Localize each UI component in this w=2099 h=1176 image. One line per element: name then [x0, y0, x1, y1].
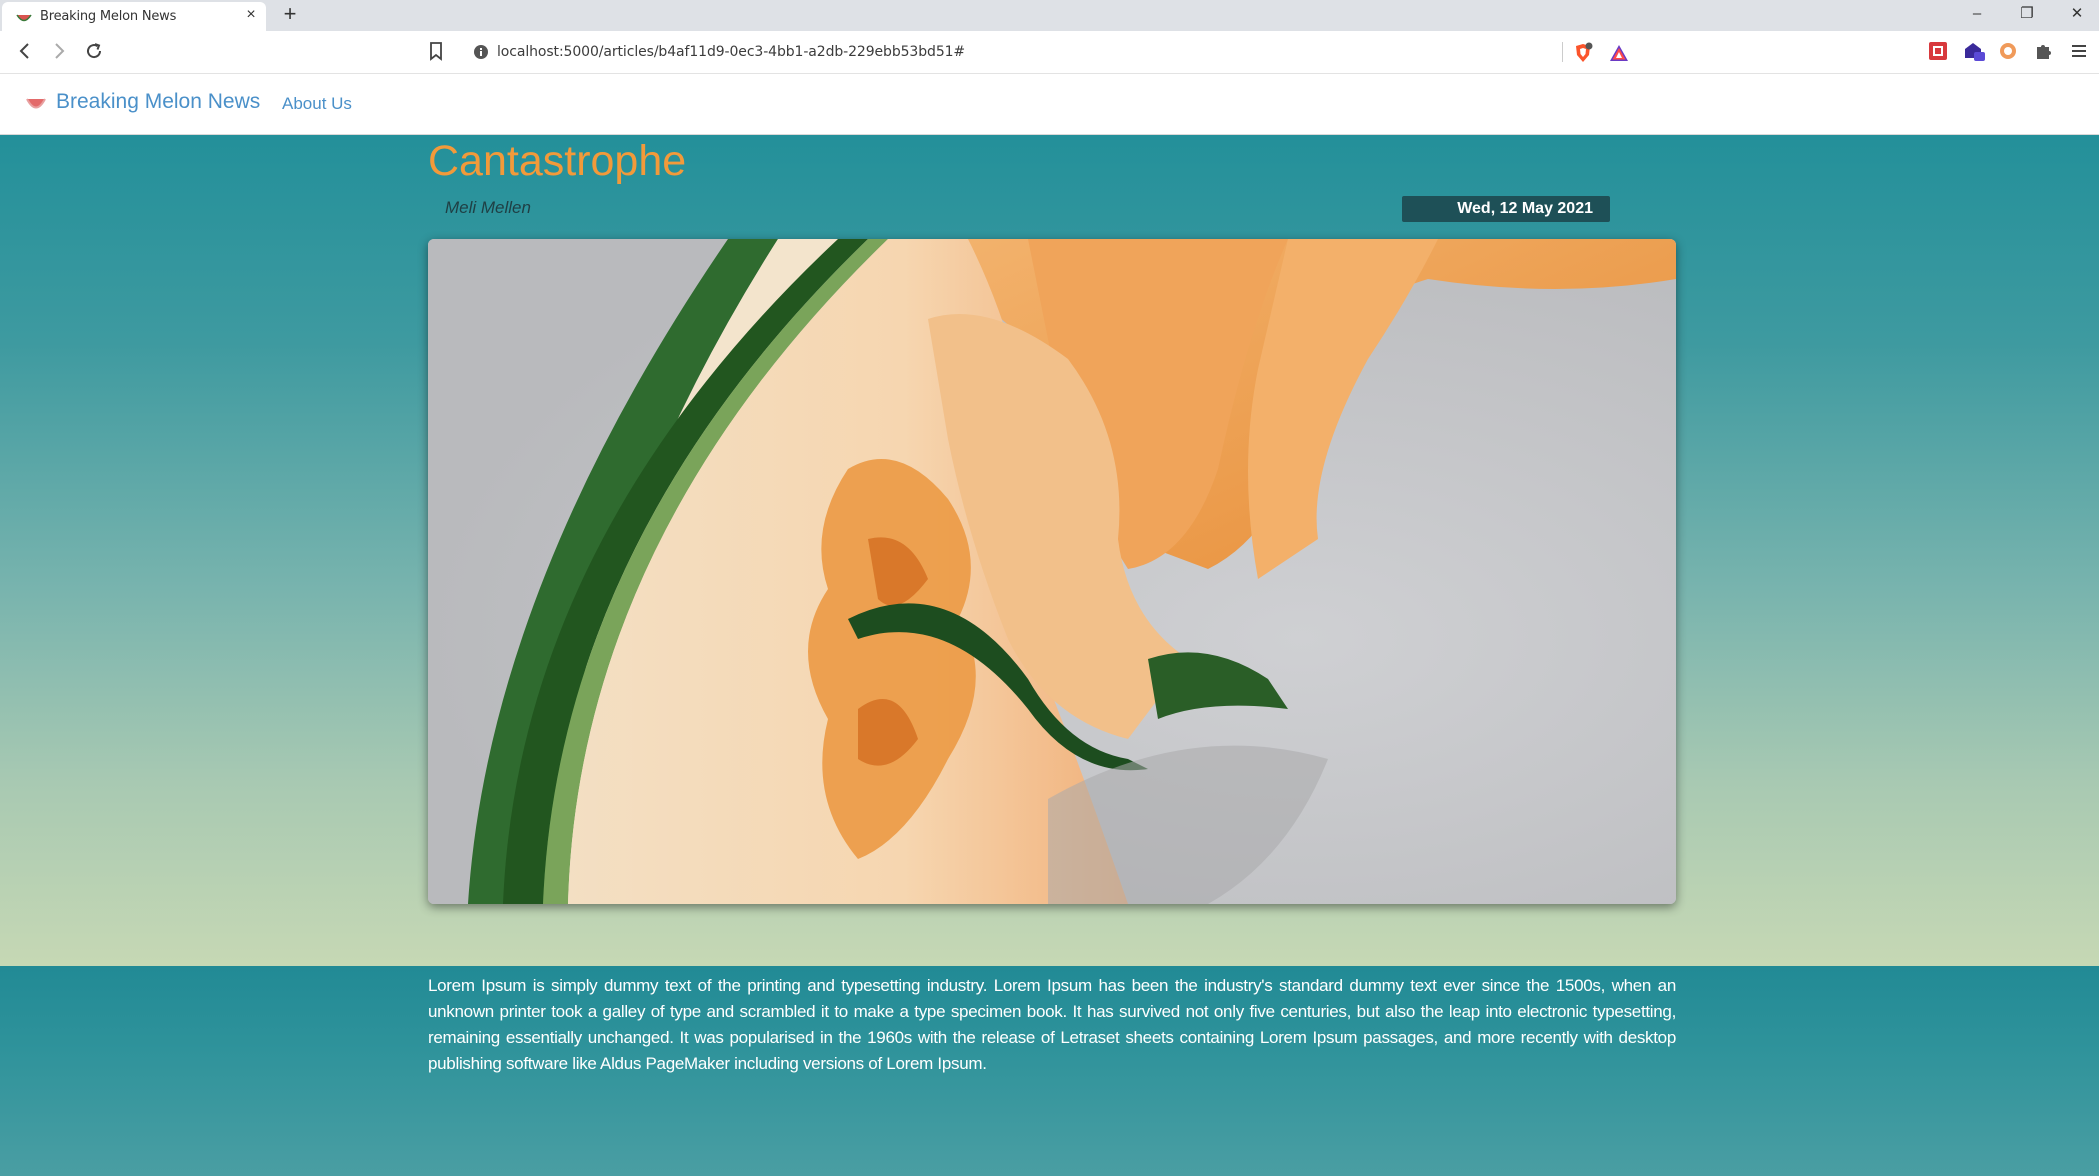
back-arrow-icon[interactable] — [13, 39, 37, 63]
article-image — [428, 239, 1676, 904]
brave-shield-icon[interactable] — [1572, 42, 1594, 64]
cantaloupe-photo — [428, 239, 1676, 904]
bookmark-icon[interactable] — [424, 39, 448, 63]
minimize-button[interactable]: – — [1964, 3, 1990, 25]
url-text[interactable]: localhost:5000/articles/b4af11d9-0ec3-4b… — [497, 44, 965, 60]
nav-about-us[interactable]: About Us — [282, 94, 352, 114]
site-header: Breaking Melon News About Us — [0, 74, 2099, 135]
brave-rewards-icon[interactable] — [1608, 42, 1630, 64]
article-hero: Cantastrophe Meli Mellen Wed, 12 May 202… — [0, 135, 2099, 966]
tab-title: Breaking Melon News — [40, 9, 177, 24]
address-bar[interactable]: localhost:5000/articles/b4af11d9-0ec3-4b… — [465, 37, 1655, 67]
article-author: Meli Mellen — [445, 198, 531, 217]
melon-icon — [26, 98, 46, 109]
brand-link[interactable]: Breaking Melon News — [56, 90, 260, 114]
restore-button[interactable]: ❐ — [2014, 3, 2040, 25]
close-window-button[interactable]: ✕ — [2064, 3, 2090, 25]
melon-icon — [16, 14, 32, 22]
article-body-section: Lorem Ipsum is simply dummy text of the … — [0, 966, 2099, 1176]
tab-close-button[interactable]: × — [242, 6, 260, 24]
browser-toolbar: localhost:5000/articles/b4af11d9-0ec3-4b… — [0, 31, 2099, 74]
reload-icon[interactable] — [82, 39, 106, 63]
info-icon[interactable] — [473, 44, 489, 60]
extension-shield-icon[interactable] — [1997, 40, 2019, 62]
new-tab-button[interactable]: + — [279, 3, 301, 25]
browser-tab[interactable]: Breaking Melon News × — [2, 2, 266, 31]
article-title: Cantastrophe — [428, 137, 687, 185]
forward-arrow-icon[interactable] — [47, 39, 71, 63]
extension-purple-icon[interactable] — [1963, 40, 1985, 62]
address-bar-divider — [1562, 42, 1563, 62]
puzzle-icon[interactable] — [2032, 40, 2054, 62]
article-body-text: Lorem Ipsum is simply dummy text of the … — [428, 976, 1676, 1073]
menu-icon[interactable] — [2068, 40, 2090, 62]
article-date-badge: Wed, 12 May 2021 — [1402, 196, 1610, 222]
browser-tab-bar: Breaking Melon News × + – ❐ ✕ — [0, 0, 2099, 31]
extension-red-icon[interactable] — [1927, 40, 1949, 62]
